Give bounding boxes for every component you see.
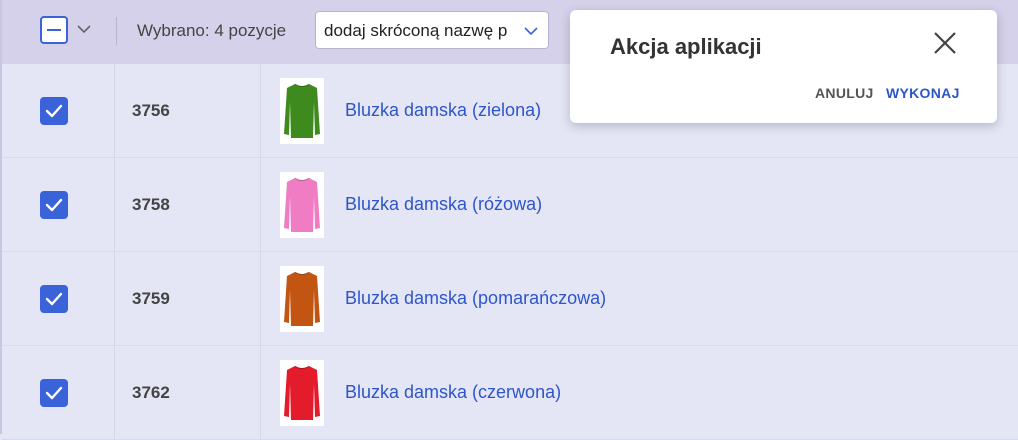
toolbar-divider [116, 17, 117, 45]
product-id: 3758 [132, 194, 170, 214]
dialog-title: Akcja aplikacji [610, 34, 762, 59]
column-divider [260, 252, 261, 345]
product-thumbnail[interactable] [280, 265, 324, 332]
execute-button[interactable]: WYKONAJ [886, 85, 960, 101]
action-select-value: dodaj skróconą nazwę p [324, 21, 508, 40]
column-divider [260, 64, 261, 157]
selection-count: Wybrano: 4 pozycje [137, 21, 287, 40]
product-thumbnail[interactable] [280, 359, 324, 426]
select-all-checkbox[interactable] [40, 16, 68, 44]
product-name-link[interactable]: Bluzka damska (pomarańczowa) [345, 288, 606, 309]
sweater-image [284, 177, 320, 232]
product-thumbnail[interactable] [280, 77, 324, 144]
action-select[interactable]: dodaj skróconą nazwę p [315, 11, 549, 49]
row-checkbox[interactable] [40, 378, 68, 407]
column-divider [114, 64, 115, 157]
row-checkbox[interactable] [40, 190, 68, 219]
product-thumbnail[interactable] [280, 171, 324, 238]
column-divider [260, 346, 261, 439]
close-icon[interactable] [932, 30, 958, 56]
chevron-down-icon [524, 27, 538, 36]
checkmark-icon [45, 104, 63, 117]
checkmark-icon [45, 198, 63, 211]
app-action-dialog: Akcja aplikacji ANULUJ WYKONAJ [570, 10, 997, 123]
product-name-link[interactable]: Bluzka damska (czerwona) [345, 382, 561, 403]
column-divider [114, 158, 115, 251]
column-divider [114, 346, 115, 439]
checkmark-icon [45, 292, 63, 305]
column-divider [260, 158, 261, 251]
sweater-image [284, 365, 320, 420]
product-id: 3759 [132, 288, 170, 308]
chevron-down-icon[interactable] [75, 20, 93, 38]
sweater-image [284, 83, 320, 138]
sweater-image [284, 271, 320, 326]
minus-icon [47, 29, 61, 31]
row-checkbox[interactable] [40, 284, 68, 313]
checkmark-icon [45, 386, 63, 399]
row-checkbox[interactable] [40, 96, 68, 125]
product-name-link[interactable]: Bluzka damska (zielona) [345, 100, 541, 121]
table-row: 3762 Bluzka damska (czerwona) [2, 346, 1018, 440]
product-name-link[interactable]: Bluzka damska (różowa) [345, 194, 542, 215]
product-id: 3762 [132, 382, 170, 402]
cancel-button[interactable]: ANULUJ [815, 85, 874, 101]
table-row: 3758 Bluzka damska (różowa) [2, 158, 1018, 252]
table-row: 3759 Bluzka damska (pomarańczowa) [2, 252, 1018, 346]
column-divider [114, 252, 115, 345]
product-id: 3756 [132, 100, 170, 120]
